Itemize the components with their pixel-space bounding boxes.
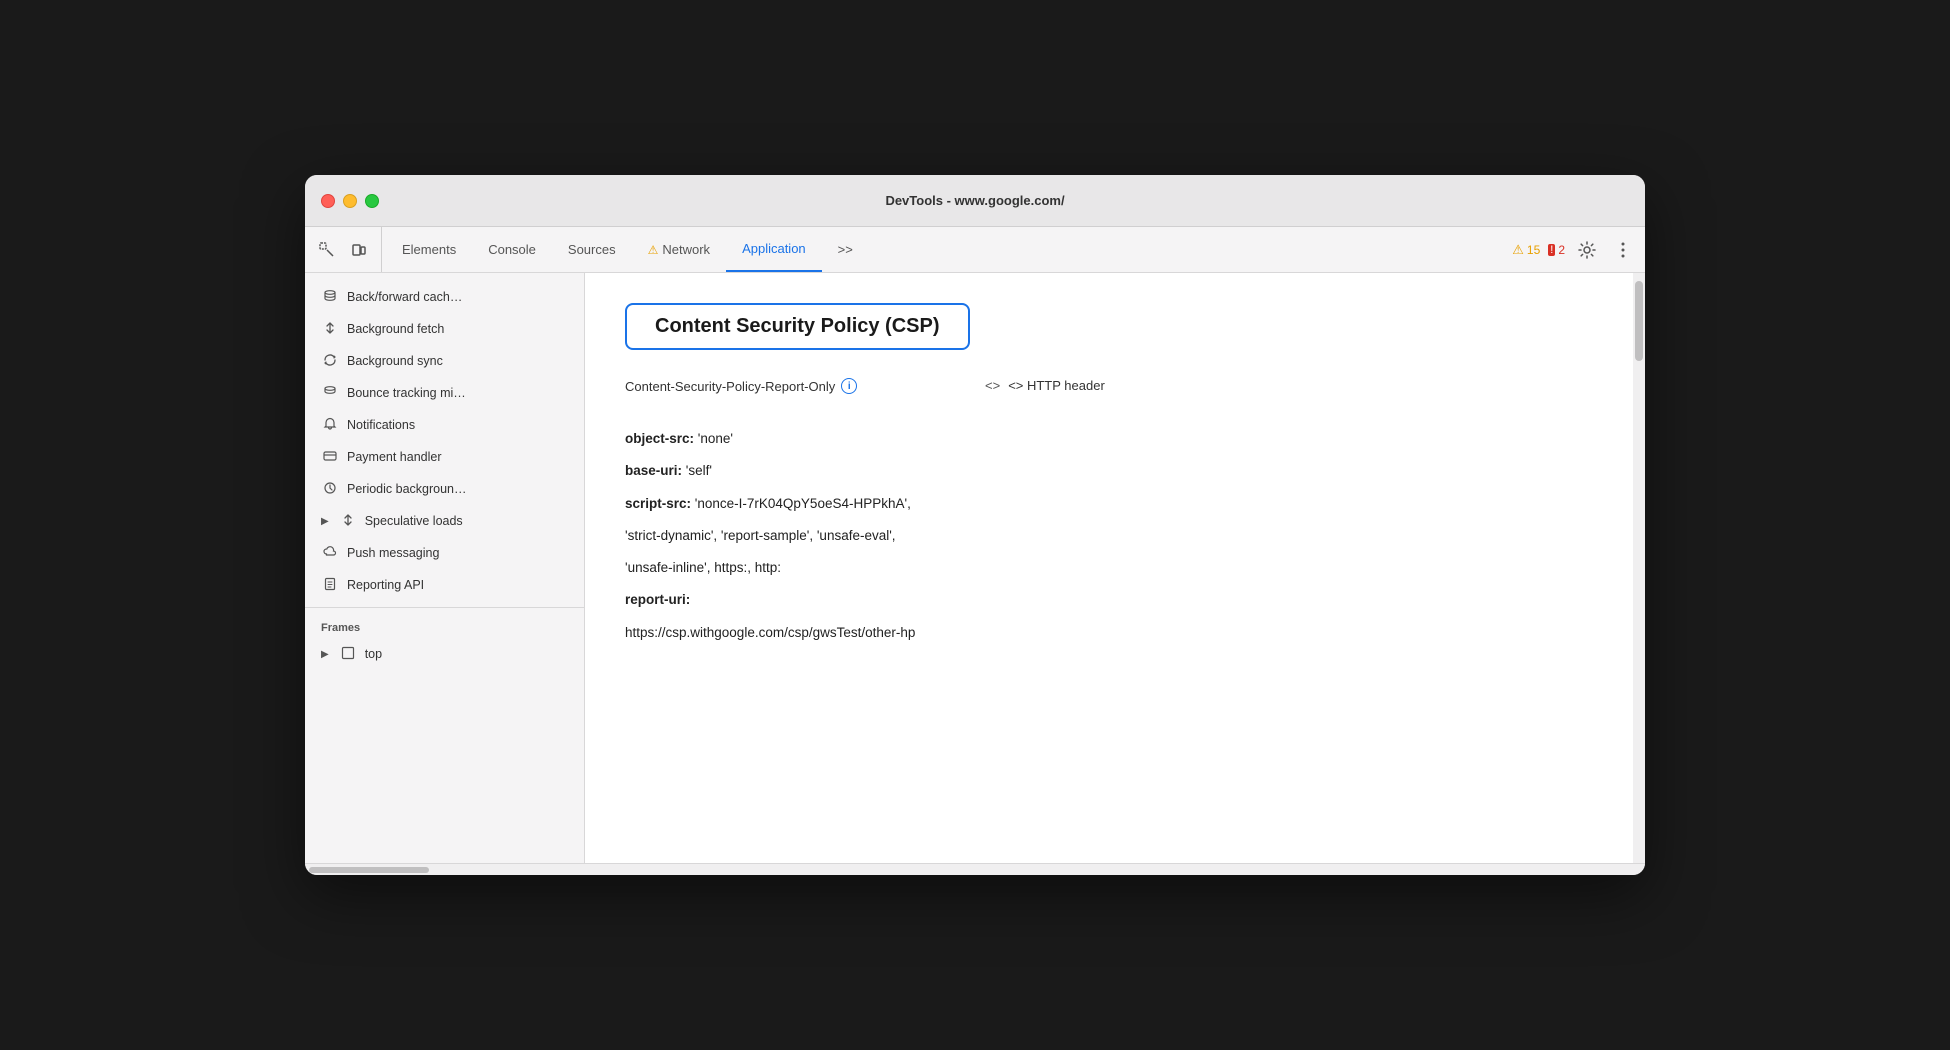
speculative-loads-icon bbox=[339, 513, 357, 530]
database-icon bbox=[321, 289, 339, 306]
more-options-button[interactable] bbox=[1609, 236, 1637, 264]
policy-label: Content-Security-Policy-Report-Only i bbox=[625, 378, 945, 394]
inspect-element-button[interactable] bbox=[313, 236, 341, 264]
close-button[interactable] bbox=[321, 194, 335, 208]
info-icon[interactable]: i bbox=[841, 378, 857, 394]
push-messaging-label: Push messaging bbox=[347, 546, 439, 560]
tab-more[interactable]: >> bbox=[822, 227, 869, 272]
bounce-tracking-icon bbox=[321, 385, 339, 402]
tab-elements[interactable]: Elements bbox=[386, 227, 472, 272]
csp-title-box: Content Security Policy (CSP) bbox=[625, 303, 970, 350]
policy-value-header: <> <> HTTP header bbox=[985, 378, 1105, 407]
frames-expand-icon: ▶ bbox=[321, 649, 329, 660]
settings-button[interactable] bbox=[1573, 236, 1601, 264]
cloud-icon bbox=[321, 545, 339, 562]
titlebar: DevTools - www.google.com/ bbox=[305, 175, 1645, 227]
background-fetch-label: Background fetch bbox=[347, 322, 444, 336]
script-src-directive: script-src: 'nonce-I-7rK04QpY5oeS4-HPPkh… bbox=[625, 492, 1605, 516]
sidebar-item-payment-handler[interactable]: Payment handler bbox=[305, 441, 584, 473]
sidebar-item-background-fetch[interactable]: Background fetch bbox=[305, 313, 584, 345]
content-area: Content Security Policy (CSP) Content-Se… bbox=[585, 273, 1645, 863]
maximize-button[interactable] bbox=[365, 194, 379, 208]
sidebar-item-speculative-loads[interactable]: ▶ Speculative loads bbox=[305, 505, 584, 537]
expand-arrow-icon: ▶ bbox=[321, 516, 329, 527]
tab-network[interactable]: ⚠ Network bbox=[632, 227, 726, 272]
toolbar: Elements Console Sources ⚠ Network Appli… bbox=[305, 227, 1645, 273]
policy-row: Content-Security-Policy-Report-Only i <>… bbox=[625, 378, 1605, 407]
base-uri-value: 'self' bbox=[686, 463, 712, 478]
back-forward-cache-label: Back/forward cach… bbox=[347, 290, 462, 304]
object-src-key: object-src: bbox=[625, 431, 694, 446]
network-warning-icon: ⚠ bbox=[648, 243, 659, 257]
tab-console[interactable]: Console bbox=[472, 227, 552, 272]
object-src-directive: object-src: 'none' bbox=[625, 427, 1605, 451]
sidebar-item-background-sync[interactable]: Background sync bbox=[305, 345, 584, 377]
sidebar-item-reporting-api[interactable]: Reporting API bbox=[305, 569, 584, 601]
object-src-value: 'none' bbox=[698, 431, 733, 446]
periodic-background-label: Periodic backgroun… bbox=[347, 482, 467, 496]
content-scrollbar-track bbox=[1633, 273, 1645, 863]
csp-directives: object-src: 'none' base-uri: 'self' scri… bbox=[625, 427, 1605, 645]
frame-icon bbox=[339, 646, 357, 663]
content-scrollbar-thumb[interactable] bbox=[1635, 281, 1643, 361]
script-src-value-3: 'unsafe-inline', https:, http: bbox=[625, 556, 1605, 580]
main-area: Back/forward cach… Background fetch bbox=[305, 273, 1645, 863]
report-uri-value: https://csp.withgoogle.com/csp/gwsTest/o… bbox=[625, 621, 1605, 645]
base-uri-directive: base-uri: 'self' bbox=[625, 459, 1605, 483]
policy-name: Content-Security-Policy-Report-Only bbox=[625, 379, 835, 394]
warnings-badge[interactable]: ⚠ 15 bbox=[1512, 242, 1540, 258]
upload-download-icon bbox=[321, 321, 339, 338]
sidebar-divider bbox=[305, 607, 584, 608]
notifications-label: Notifications bbox=[347, 418, 415, 432]
payment-icon bbox=[321, 449, 339, 466]
minimize-button[interactable] bbox=[343, 194, 357, 208]
report-uri-key: report-uri: bbox=[625, 592, 690, 607]
sidebar-item-back-forward-cache[interactable]: Back/forward cach… bbox=[305, 281, 584, 313]
reporting-api-label: Reporting API bbox=[347, 578, 424, 592]
script-src-value-2: 'strict-dynamic', 'report-sample', 'unsa… bbox=[625, 524, 1605, 548]
sidebar-item-notifications[interactable]: Notifications bbox=[305, 409, 584, 441]
error-icon: ! bbox=[1548, 244, 1555, 256]
script-src-key: script-src: bbox=[625, 496, 691, 511]
background-sync-label: Background sync bbox=[347, 354, 443, 368]
clock-icon bbox=[321, 481, 339, 498]
bell-icon bbox=[321, 417, 339, 434]
sidebar-item-frames-top[interactable]: ▶ top bbox=[305, 638, 584, 670]
devtools-window: DevTools - www.google.com/ Elements bbox=[305, 175, 1645, 875]
bottom-scrollbar bbox=[305, 863, 1645, 875]
traffic-lights bbox=[321, 194, 379, 208]
sidebar-item-push-messaging[interactable]: Push messaging bbox=[305, 537, 584, 569]
bottom-scrollbar-thumb[interactable] bbox=[309, 867, 429, 873]
sidebar-item-periodic-background[interactable]: Periodic backgroun… bbox=[305, 473, 584, 505]
errors-badge[interactable]: ! 2 bbox=[1548, 243, 1565, 257]
device-toggle-button[interactable] bbox=[345, 236, 373, 264]
script-src-value: 'nonce-I-7rK04QpY5oeS4-HPPkhA', bbox=[695, 496, 911, 511]
tab-sources[interactable]: Sources bbox=[552, 227, 632, 272]
base-uri-key: base-uri: bbox=[625, 463, 682, 478]
code-icon: <> bbox=[985, 378, 1000, 393]
sidebar-item-bounce-tracking[interactable]: Bounce tracking mi… bbox=[305, 377, 584, 409]
tab-application[interactable]: Application bbox=[726, 227, 822, 272]
report-uri-directive: report-uri: bbox=[625, 588, 1605, 612]
bounce-tracking-label: Bounce tracking mi… bbox=[347, 386, 466, 400]
toolbar-icons bbox=[313, 227, 382, 272]
toolbar-right: ⚠ 15 ! 2 bbox=[1512, 227, 1637, 272]
sidebar: Back/forward cach… Background fetch bbox=[305, 273, 585, 863]
speculative-loads-label: Speculative loads bbox=[365, 514, 463, 528]
csp-title: Content Security Policy (CSP) bbox=[655, 315, 940, 338]
payment-handler-label: Payment handler bbox=[347, 450, 442, 464]
http-header-label: <> HTTP header bbox=[1008, 378, 1105, 393]
tabs-container: Elements Console Sources ⚠ Network Appli… bbox=[386, 227, 1512, 272]
frames-top-label: top bbox=[365, 647, 382, 661]
document-icon bbox=[321, 577, 339, 594]
frames-section-header: Frames bbox=[305, 614, 584, 638]
warning-icon: ⚠ bbox=[1512, 242, 1524, 258]
window-title: DevTools - www.google.com/ bbox=[885, 193, 1064, 208]
sync-icon bbox=[321, 353, 339, 370]
